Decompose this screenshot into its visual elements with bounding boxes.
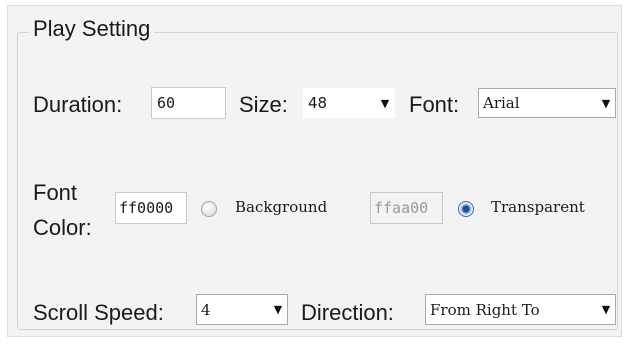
background-color-value: ffaa00 — [374, 199, 429, 217]
font-select[interactable]: Arial ▼ — [478, 88, 616, 118]
size-value: 48 — [308, 94, 328, 112]
scroll-speed-select[interactable]: 4 ▼ — [196, 294, 288, 325]
direction-select[interactable]: From Right To ▼ — [425, 294, 616, 325]
chevron-down-icon: ▼ — [380, 96, 390, 110]
group-title: Play Setting — [29, 16, 155, 42]
background-color-input[interactable]: ffaa00 — [370, 192, 443, 224]
direction-value: From Right To — [430, 300, 540, 319]
font-color-input[interactable]: ff0000 — [115, 192, 187, 224]
transparent-radio-label[interactable]: Transparent — [491, 198, 585, 216]
size-label: Size: — [239, 92, 288, 117]
duration-value: 60 — [157, 94, 176, 112]
font-label: Font: — [409, 92, 460, 117]
size-select[interactable]: 48 ▼ — [303, 88, 395, 118]
play-setting-groupbox — [17, 32, 618, 330]
font-color-value: ff0000 — [119, 199, 174, 217]
font-color-label-line2: Color: — [33, 215, 92, 240]
scroll-speed-label: Scroll Speed: — [33, 300, 164, 325]
duration-label: Duration: — [33, 92, 123, 117]
background-radio-label[interactable]: Background — [235, 198, 327, 216]
font-value: Arial — [483, 94, 520, 112]
chevron-down-icon: ▼ — [601, 303, 611, 316]
background-radio[interactable] — [201, 201, 217, 217]
duration-input[interactable]: 60 — [151, 87, 226, 119]
chevron-down-icon: ▼ — [273, 303, 283, 316]
font-color-label-line1: Font — [33, 180, 78, 205]
chevron-down-icon: ▼ — [601, 96, 611, 110]
direction-label: Direction: — [301, 300, 394, 325]
scroll-speed-value: 4 — [201, 300, 211, 319]
transparent-radio[interactable] — [458, 201, 474, 217]
